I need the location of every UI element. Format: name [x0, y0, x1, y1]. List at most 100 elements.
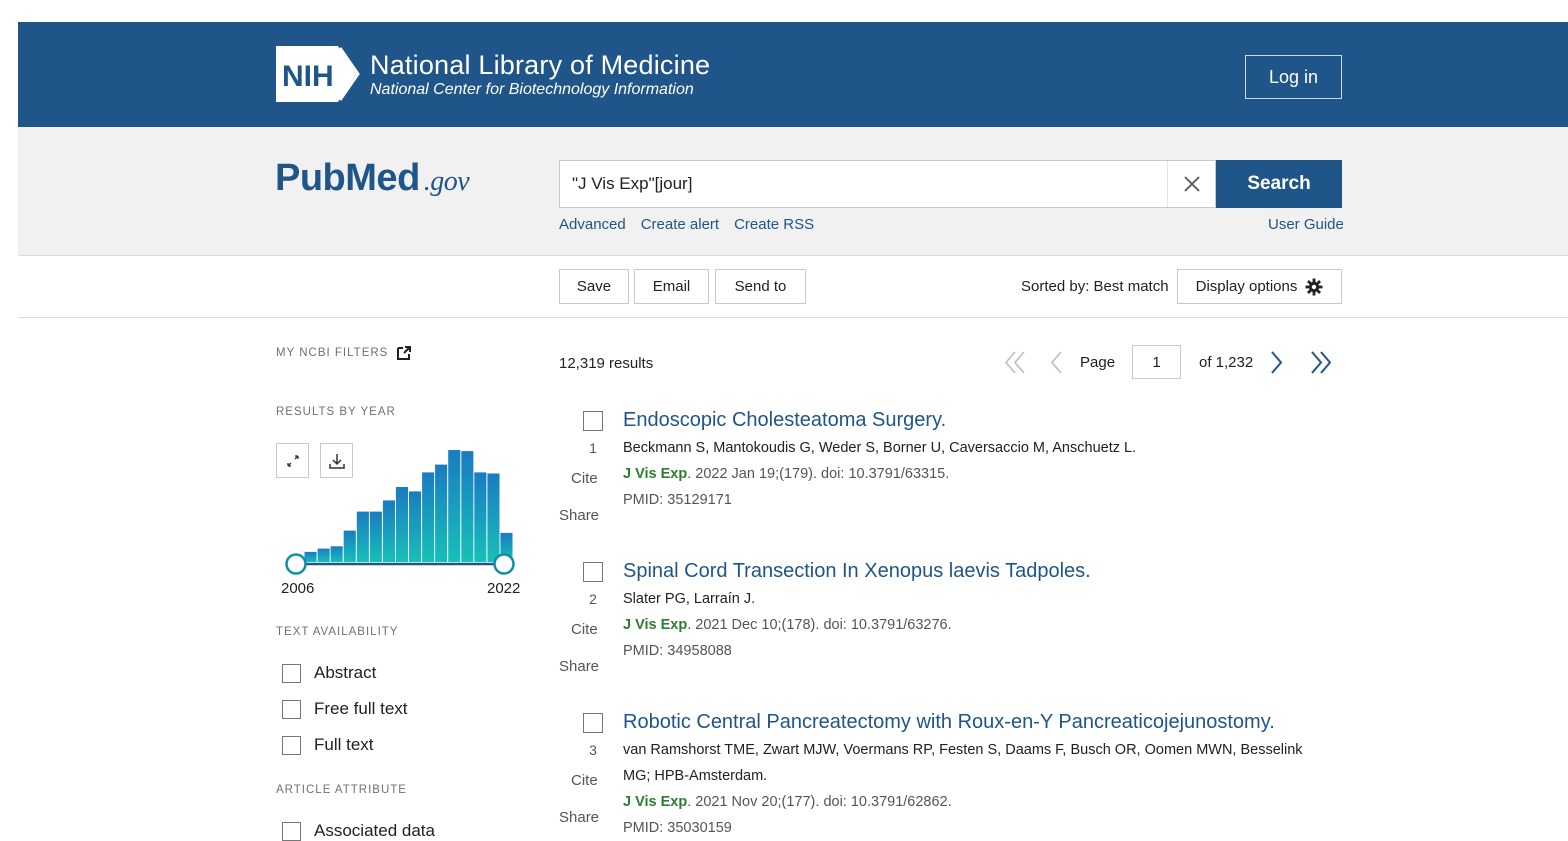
journal-name: J Vis Exp: [623, 617, 688, 633]
cite-button[interactable]: Cite: [571, 470, 598, 487]
share-button[interactable]: Share: [559, 507, 599, 524]
year-bar[interactable]: [448, 450, 461, 562]
share-button[interactable]: Share: [559, 809, 599, 826]
search-box: [559, 160, 1216, 208]
send-to-button[interactable]: Send to: [715, 269, 806, 304]
year-end-handle: [493, 553, 515, 575]
next-page-icon[interactable]: [1267, 345, 1285, 380]
free-full-text-checkbox[interactable]: [282, 699, 301, 719]
filter-full-text[interactable]: Full text: [282, 735, 374, 755]
logo-med: Med: [345, 157, 420, 199]
result-checkbox[interactable]: [583, 562, 603, 582]
gear-icon: [1305, 278, 1323, 295]
year-bar[interactable]: [382, 500, 395, 562]
result-number: 2: [589, 591, 597, 607]
result-title-link[interactable]: Endoscopic Cholesteatoma Surgery.: [623, 409, 946, 432]
filter-associated-data[interactable]: Associated data: [282, 821, 435, 841]
citation-details: . 2022 Jan 19;(179). doi: 10.3791/63315.: [687, 466, 950, 482]
result-citation: J Vis Exp. 2022 Jan 19;(179). doi: 10.37…: [623, 466, 949, 482]
previous-page-icon[interactable]: [1048, 345, 1066, 380]
email-button[interactable]: Email: [634, 269, 709, 304]
citation-details: . 2021 Nov 20;(177). doi: 10.3791/62862.: [687, 794, 952, 810]
year-bar[interactable]: [330, 546, 343, 562]
search-links: Advanced Create alert Create RSS: [559, 216, 814, 233]
citation-details: . 2021 Dec 10;(178). doi: 10.3791/63276.: [687, 617, 952, 633]
full-text-checkbox[interactable]: [282, 735, 301, 755]
result-checkbox[interactable]: [583, 411, 603, 431]
year-bar[interactable]: [461, 451, 474, 562]
year-bar[interactable]: [395, 487, 408, 562]
nih-badge-icon: NIH: [276, 46, 360, 102]
advanced-link[interactable]: Advanced: [559, 216, 626, 233]
sort-label[interactable]: Sorted by: Best match: [1021, 278, 1169, 295]
user-guide-link[interactable]: User Guide: [1268, 216, 1344, 233]
share-button[interactable]: Share: [559, 658, 599, 675]
my-ncbi-filters-heading[interactable]: MY NCBI FILTERS: [276, 347, 388, 359]
abstract-checkbox[interactable]: [282, 663, 301, 683]
year-bar[interactable]: [487, 473, 500, 563]
journal-name: J Vis Exp: [623, 466, 688, 482]
year-bar[interactable]: [369, 511, 382, 562]
total-pages: of 1,232: [1199, 354, 1254, 371]
filter-label: Full text: [314, 735, 374, 754]
year-bar[interactable]: [317, 548, 330, 562]
result-number: 1: [589, 440, 597, 456]
external-link-icon[interactable]: [396, 345, 412, 361]
pubmed-logo[interactable]: Pub Med .gov: [275, 157, 470, 200]
search-button[interactable]: Search: [1216, 160, 1342, 208]
cite-button[interactable]: Cite: [571, 621, 598, 638]
journal-name: J Vis Exp: [623, 794, 688, 810]
nih-title: National Library of Medicine: [370, 49, 711, 80]
result-title-link[interactable]: Spinal Cord Transection In Xenopus laevi…: [623, 560, 1091, 583]
result-pmid: PMID: 35030159: [623, 820, 732, 836]
article-attribute-heading: ARTICLE ATTRIBUTE: [276, 784, 407, 796]
result-authors: Beckmann S, Mantokoudis G, Weder S, Born…: [623, 440, 1137, 456]
nih-subtitle: National Center for Biotechnology Inform…: [370, 80, 694, 98]
result-pmid: PMID: 35129171: [623, 492, 732, 508]
close-icon: [1183, 176, 1200, 192]
display-options-label: Display options: [1195, 278, 1298, 295]
year-histogram[interactable]: [276, 440, 526, 580]
year-bar[interactable]: [474, 472, 487, 562]
result-number: 3: [589, 742, 597, 758]
year-bar[interactable]: [343, 530, 356, 562]
display-options-button[interactable]: Display options: [1177, 269, 1342, 304]
result-authors: van Ramshorst TME, Zwart MJW, Voermans R…: [623, 742, 1303, 784]
year-end-label: 2022: [487, 580, 521, 597]
cite-button[interactable]: Cite: [571, 772, 598, 789]
year-bar[interactable]: [356, 511, 369, 562]
nih-header: NIH National Library of Medicine Nationa…: [18, 22, 1568, 127]
page-label: Page: [1080, 354, 1116, 371]
save-button[interactable]: Save: [559, 269, 629, 304]
associated-data-checkbox[interactable]: [282, 821, 301, 841]
logo-gov: .gov: [423, 166, 470, 197]
last-page-icon[interactable]: [1307, 345, 1333, 380]
actions-bar: Save Email Send to Sorted by: Best match…: [18, 256, 1568, 318]
year-bar[interactable]: [435, 464, 448, 562]
clear-search-button[interactable]: [1167, 161, 1215, 207]
create-rss-link[interactable]: Create RSS: [734, 216, 814, 233]
filter-label: Free full text: [314, 699, 408, 718]
year-bar[interactable]: [409, 491, 422, 562]
year-start-handle: [285, 553, 307, 575]
result-citation: J Vis Exp. 2021 Nov 20;(177). doi: 10.37…: [623, 794, 952, 810]
result-checkbox[interactable]: [583, 713, 603, 733]
year-bar[interactable]: [304, 551, 317, 562]
result-pmid: PMID: 34958088: [623, 643, 732, 659]
nih-badge-text: NIH: [282, 60, 334, 93]
first-page-icon[interactable]: [1003, 345, 1029, 380]
filter-label: Abstract: [314, 663, 377, 682]
year-bar[interactable]: [422, 472, 435, 562]
nih-logo[interactable]: NIH National Library of Medicine Nationa…: [276, 46, 710, 102]
filter-abstract[interactable]: Abstract: [282, 663, 376, 683]
year-start-label: 2006: [281, 580, 315, 597]
text-availability-heading: TEXT AVAILABILITY: [276, 626, 399, 638]
results-by-year-heading: RESULTS BY YEAR: [276, 406, 396, 418]
result-title-link[interactable]: Robotic Central Pancreatectomy with Roux…: [623, 711, 1275, 734]
login-button[interactable]: Log in: [1245, 55, 1342, 99]
search-input[interactable]: [560, 161, 1167, 207]
filter-free-full-text[interactable]: Free full text: [282, 699, 408, 719]
result-authors: Slater PG, Larraín J.: [623, 591, 756, 607]
page-number-input[interactable]: [1132, 345, 1181, 379]
create-alert-link[interactable]: Create alert: [641, 216, 719, 233]
